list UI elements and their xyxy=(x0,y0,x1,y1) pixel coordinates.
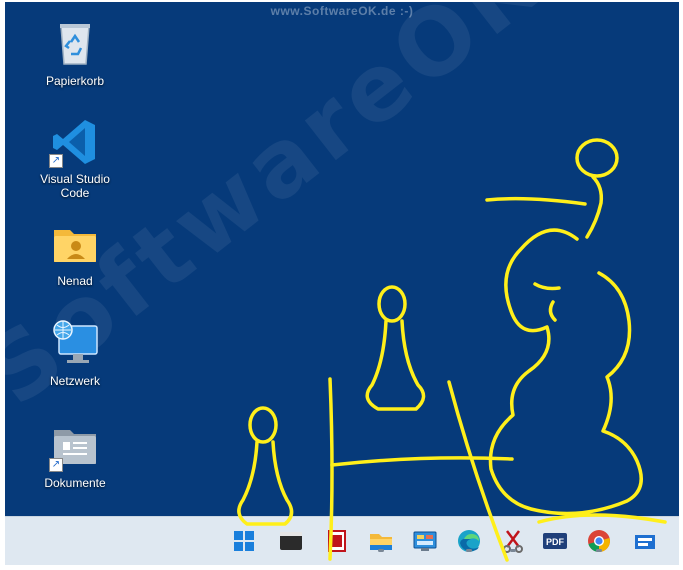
control-panel-icon xyxy=(413,531,437,551)
chrome-button[interactable] xyxy=(585,527,613,555)
desktop-icon-recycle-bin[interactable]: Papierkorb xyxy=(27,20,123,88)
control-panel-button[interactable] xyxy=(411,527,439,555)
pdf-icon: PDF xyxy=(543,533,567,549)
knight-rider-neck xyxy=(585,175,604,239)
red-app-icon xyxy=(328,530,346,552)
terminal-icon xyxy=(280,532,302,550)
taskbar: PDF xyxy=(5,516,679,565)
file-explorer-button[interactable] xyxy=(367,527,395,555)
documents-icon: ↗ xyxy=(49,422,99,472)
pawn-left-body xyxy=(237,440,294,526)
start-button[interactable] xyxy=(230,527,258,555)
terminal-button[interactable] xyxy=(277,527,305,555)
knight-pointer xyxy=(485,196,587,206)
knight-body xyxy=(488,228,643,516)
desktop-icon-user-folder[interactable]: Nenad xyxy=(27,220,123,288)
shortcut-arrow-icon: ↗ xyxy=(49,458,63,472)
pawn-middle-body xyxy=(365,319,426,411)
knight-rider-head xyxy=(575,138,619,178)
pawn-middle-head xyxy=(377,285,407,323)
svg-text:PDF: PDF xyxy=(546,537,565,547)
icon-label: Dokumente xyxy=(44,476,106,490)
vscode-icon: ↗ xyxy=(49,118,99,168)
running-indicator xyxy=(510,549,516,552)
edge-button[interactable] xyxy=(455,527,483,555)
top-watermark: www.SoftwareOK.de :-) xyxy=(270,4,414,18)
frame-line-horizontal xyxy=(330,456,514,467)
shortcut-arrow-icon: ↗ xyxy=(49,154,63,168)
knight-face xyxy=(533,282,561,322)
icon-label: Visual Studio Code xyxy=(40,172,110,200)
icon-label: Papierkorb xyxy=(45,74,105,88)
app-red-button[interactable] xyxy=(323,527,351,555)
icon-label: Nenad xyxy=(57,274,93,288)
icon-label: Netzwerk xyxy=(49,374,100,388)
desktop-icon-documents[interactable]: ↗ Dokumente xyxy=(27,422,123,490)
desktop-icon-vscode[interactable]: ↗ Visual Studio Code xyxy=(27,118,123,200)
desktop: www.SoftwareOK.de :-) SoftwareOK.com Pap… xyxy=(5,2,679,565)
running-indicator xyxy=(466,549,472,552)
app-icon xyxy=(635,535,655,549)
pdf-button[interactable]: PDF xyxy=(541,527,569,555)
windows-logo-icon xyxy=(234,531,254,551)
network-icon xyxy=(51,320,99,368)
recycle-bin-icon xyxy=(51,20,99,68)
running-indicator xyxy=(378,549,384,552)
user-folder-icon xyxy=(51,220,99,268)
desktop-icon-network[interactable]: Netzwerk xyxy=(27,320,123,388)
running-indicator xyxy=(596,549,602,552)
pawn-left-head xyxy=(248,406,278,444)
app-more-button[interactable] xyxy=(631,527,659,555)
tools-button[interactable] xyxy=(499,527,527,555)
